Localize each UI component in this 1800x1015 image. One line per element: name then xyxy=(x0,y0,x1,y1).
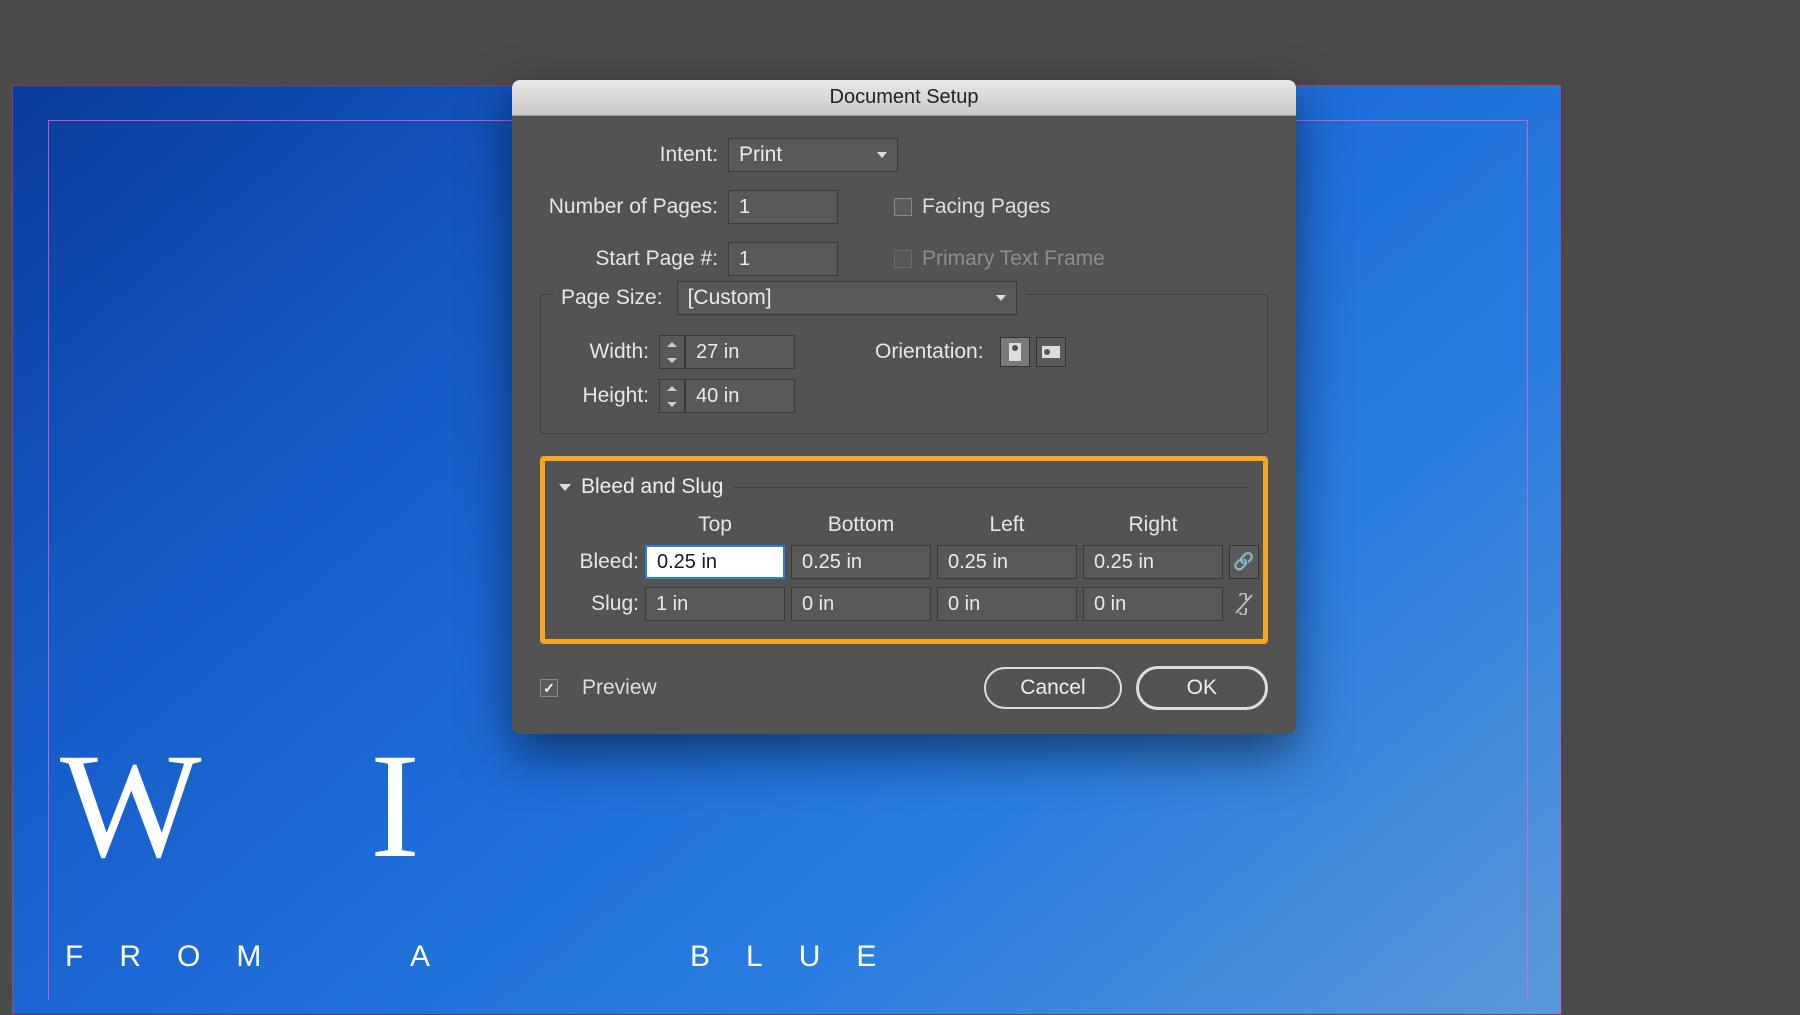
slug-top-field[interactable]: 1 in xyxy=(645,587,785,621)
slug-bottom-value: 0 in xyxy=(802,593,834,616)
orientation-landscape-button[interactable] xyxy=(1036,337,1066,367)
bleed-slug-title: Bleed and Slug xyxy=(581,475,723,499)
height-value: 40 in xyxy=(696,385,739,408)
page-size-value: [Custom] xyxy=(688,286,772,310)
bleed-right-value: 0.25 in xyxy=(1094,551,1154,574)
landscape-icon xyxy=(1042,346,1060,358)
col-top: Top xyxy=(645,513,785,537)
chevron-down-icon xyxy=(996,295,1006,301)
slug-left-value: 0 in xyxy=(948,593,980,616)
ok-label: OK xyxy=(1187,676,1217,699)
col-left: Left xyxy=(937,513,1077,537)
arrow-up-icon xyxy=(667,342,677,347)
height-label: Height: xyxy=(559,384,649,408)
num-pages-label: Number of Pages: xyxy=(540,195,718,219)
orientation-label: Orientation: xyxy=(875,340,984,364)
facing-pages-checkbox[interactable] xyxy=(894,198,912,216)
start-page-label: Start Page #: xyxy=(540,247,718,271)
cancel-button[interactable]: Cancel xyxy=(984,667,1121,709)
chevron-down-icon xyxy=(559,484,571,491)
intent-value: Print xyxy=(739,143,782,167)
ok-button[interactable]: OK xyxy=(1136,666,1268,710)
num-pages-field[interactable]: 1 xyxy=(728,190,838,224)
canvas-word-a: A xyxy=(410,940,466,974)
col-right: Right xyxy=(1083,513,1223,537)
canvas-word-from: FROM xyxy=(65,940,297,974)
arrow-down-icon xyxy=(667,358,677,363)
col-bottom: Bottom xyxy=(791,513,931,537)
preview-checkbox[interactable] xyxy=(540,679,558,697)
bleed-left-value: 0.25 in xyxy=(948,551,1008,574)
cancel-label: Cancel xyxy=(1020,676,1085,699)
canvas-word-blue: BLUE xyxy=(690,940,912,974)
page-size-dropdown[interactable]: [Custom] xyxy=(677,281,1017,315)
width-label: Width: xyxy=(559,340,649,364)
bleed-link-toggle[interactable]: 🔗 xyxy=(1229,545,1259,579)
canvas-glyph-i: I xyxy=(370,720,480,892)
bleed-right-field[interactable]: 0.25 in xyxy=(1083,545,1223,579)
preview-label: Preview xyxy=(582,676,657,700)
height-field[interactable]: 40 in xyxy=(685,379,795,413)
bleed-slug-highlight: Bleed and Slug Top Bottom Left Right Ble… xyxy=(540,456,1268,644)
width-field[interactable]: 27 in xyxy=(685,335,795,369)
bleed-label: Bleed: xyxy=(559,550,639,574)
start-page-value: 1 xyxy=(739,248,750,271)
link-icon: 🔗 xyxy=(1233,552,1254,572)
intent-label: Intent: xyxy=(540,143,718,167)
bleed-top-field[interactable]: 0.25 in xyxy=(645,545,785,579)
bleed-left-field[interactable]: 0.25 in xyxy=(937,545,1077,579)
bleed-top-value: 0.25 in xyxy=(657,551,717,574)
bleed-bottom-value: 0.25 in xyxy=(802,551,862,574)
primary-text-frame-checkbox xyxy=(894,250,912,268)
slug-right-field[interactable]: 0 in xyxy=(1083,587,1223,621)
slug-label: Slug: xyxy=(559,592,639,616)
bleed-bottom-field[interactable]: 0.25 in xyxy=(791,545,931,579)
portrait-icon xyxy=(1009,343,1021,361)
document-setup-dialog: Document Setup Intent: Print Number of P… xyxy=(512,80,1296,734)
orientation-portrait-button[interactable] xyxy=(1000,337,1030,367)
chevron-down-icon xyxy=(877,152,887,158)
width-value: 27 in xyxy=(696,341,739,364)
slug-top-value: 1 in xyxy=(656,593,688,616)
height-stepper[interactable] xyxy=(659,379,685,413)
page-size-group: Page Size: [Custom] Width: 27 in Orienta… xyxy=(540,294,1268,434)
intent-dropdown[interactable]: Print xyxy=(728,138,898,172)
unlink-icon xyxy=(1234,593,1254,615)
slug-bottom-field[interactable]: 0 in xyxy=(791,587,931,621)
canvas-glyph-w: W xyxy=(60,720,262,892)
arrow-up-icon xyxy=(667,386,677,391)
facing-pages-label: Facing Pages xyxy=(922,195,1050,219)
primary-text-frame-label: Primary Text Frame xyxy=(922,247,1105,271)
num-pages-value: 1 xyxy=(739,196,750,219)
slug-right-value: 0 in xyxy=(1094,593,1126,616)
dialog-titlebar[interactable]: Document Setup xyxy=(512,80,1296,116)
arrow-down-icon xyxy=(667,402,677,407)
dialog-title: Document Setup xyxy=(830,86,979,109)
bleed-slug-disclosure[interactable]: Bleed and Slug xyxy=(559,475,1249,499)
start-page-field[interactable]: 1 xyxy=(728,242,838,276)
width-stepper[interactable] xyxy=(659,335,685,369)
divider xyxy=(733,487,1249,488)
slug-link-toggle[interactable] xyxy=(1229,587,1259,621)
slug-left-field[interactable]: 0 in xyxy=(937,587,1077,621)
page-size-label: Page Size: xyxy=(561,286,663,310)
